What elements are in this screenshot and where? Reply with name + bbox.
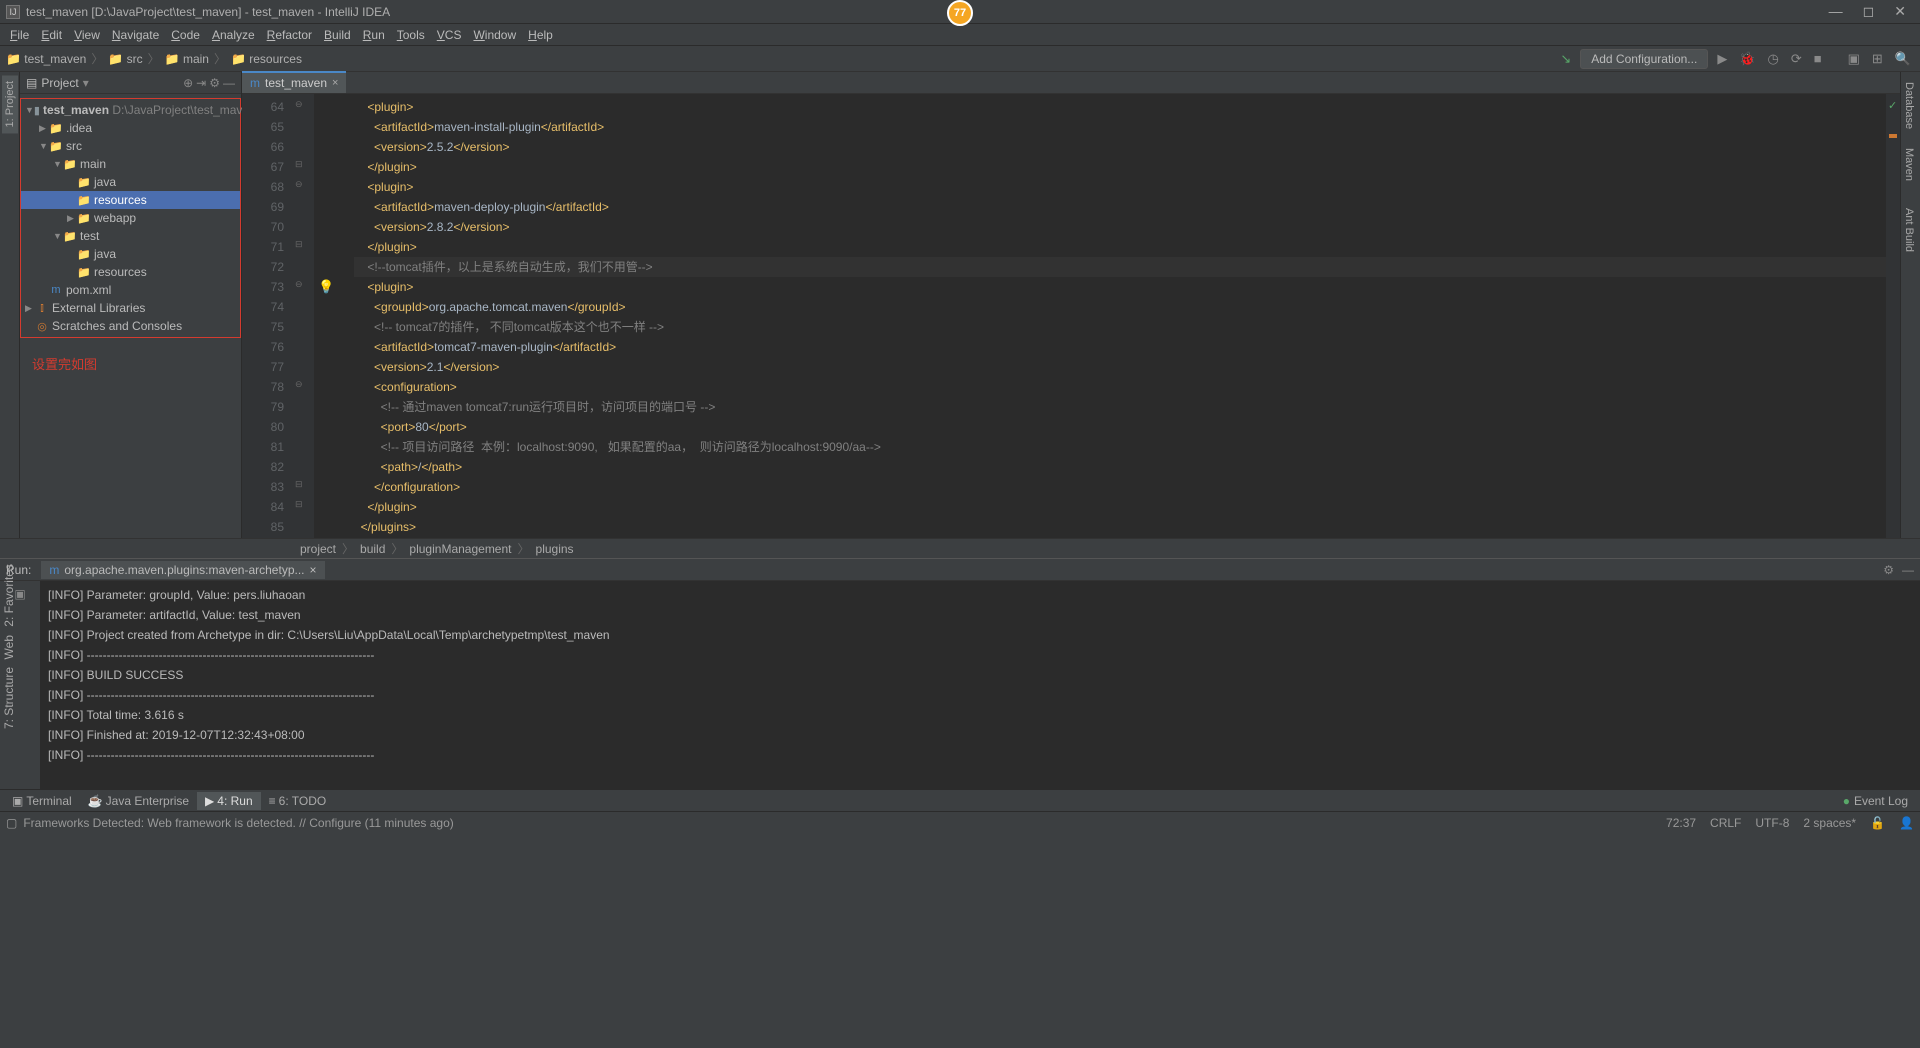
annotation-note: 设置完如图	[20, 342, 241, 385]
menu-analyze[interactable]: Analyze	[206, 26, 261, 44]
close-tab-icon[interactable]: ×	[332, 77, 338, 89]
side-tab-maven[interactable]: Maven	[1901, 142, 1917, 187]
side-tab-favorites[interactable]: 2: Favorites	[0, 560, 18, 631]
inspection-icon[interactable]: 👤	[1899, 816, 1914, 830]
editor-area: mtest_maven× 646566676869707172737475767…	[242, 72, 1900, 538]
run-tool-window: Run: morg.apache.maven.plugins:maven-arc…	[0, 558, 1920, 789]
tab-terminal[interactable]: ▣ Terminal	[4, 792, 80, 810]
toolwindow-icon[interactable]: ▣	[1845, 51, 1863, 67]
side-tab-database[interactable]: Database	[1901, 76, 1917, 135]
code-editor[interactable]: 6465666768697071727374757677787980818283…	[242, 94, 1900, 538]
line-separator[interactable]: CRLF	[1710, 816, 1741, 830]
debug-icon[interactable]: 🐞	[1736, 51, 1758, 67]
stop-icon[interactable]: ■	[1811, 51, 1825, 66]
nav-bar: 📁 test_maven〉📁 src〉📁 main〉📁 resources ↘ …	[0, 46, 1920, 72]
build-icon[interactable]: ↘	[1557, 51, 1574, 67]
project-panel: ▤ Project ▾ ⊕ ⇥ ⚙ — ▼▮test_maven D:\Java…	[20, 72, 242, 538]
nav-breadcrumbs[interactable]: 📁 test_maven〉📁 src〉📁 main〉📁 resources	[6, 50, 302, 67]
add-configuration-button[interactable]: Add Configuration...	[1580, 49, 1708, 69]
run-config-tab[interactable]: morg.apache.maven.plugins:maven-archetyp…	[41, 561, 324, 579]
menu-view[interactable]: View	[68, 26, 106, 44]
menu-tools[interactable]: Tools	[391, 26, 431, 44]
readonly-icon[interactable]: 🔓	[1870, 816, 1885, 830]
side-tab-web[interactable]: Web	[0, 631, 18, 663]
menu-navigate[interactable]: Navigate	[106, 26, 165, 44]
window-title: test_maven [D:\JavaProject\test_maven] -…	[26, 5, 390, 19]
editor-tab[interactable]: mtest_maven×	[242, 71, 346, 93]
menu-bar: FileEditViewNavigateCodeAnalyzeRefactorB…	[0, 24, 1920, 46]
menu-vcs[interactable]: VCS	[431, 26, 468, 44]
collapse-all-icon[interactable]: ⇥	[196, 76, 206, 90]
right-tool-strip: Database Maven Ant Build	[1900, 72, 1920, 538]
tab-todo[interactable]: ≡ 6: TODO	[261, 792, 335, 810]
profile-icon[interactable]: ⟳	[1788, 51, 1805, 67]
event-log-button[interactable]: ●Event Log	[1843, 794, 1916, 808]
app-logo-icon: IJ	[6, 5, 20, 19]
menu-edit[interactable]: Edit	[35, 26, 68, 44]
bottom-tool-tabs: ▣ Terminal ☕ Java Enterprise ▶ 4: Run ≡ …	[0, 789, 1920, 811]
project-tree[interactable]: ▼▮test_maven D:\JavaProject\test_maven ▶…	[20, 94, 241, 342]
side-tab-project[interactable]: 1: Project	[2, 75, 18, 133]
file-encoding[interactable]: UTF-8	[1755, 816, 1789, 830]
side-tab-structure[interactable]: 7: Structure	[0, 663, 18, 733]
menu-build[interactable]: Build	[318, 26, 357, 44]
search-icon[interactable]: 🔍	[1892, 51, 1914, 67]
status-bar: ▢ Frameworks Detected: Web framework is …	[0, 811, 1920, 833]
menu-run[interactable]: Run	[357, 26, 391, 44]
menu-refactor[interactable]: Refactor	[261, 26, 318, 44]
editor-breadcrumbs[interactable]: project〉build〉pluginManagement〉plugins	[0, 538, 1920, 558]
tab-javaee[interactable]: ☕ Java Enterprise	[80, 792, 197, 810]
coverage-icon[interactable]: ◷	[1765, 51, 1782, 67]
run-settings-icon[interactable]: ⚙	[1883, 563, 1894, 577]
project-panel-label[interactable]: ▤ Project ▾	[26, 76, 89, 90]
left-tool-strip-bottom: 2: Favorites Web 7: Structure	[0, 560, 20, 733]
hide-panel-icon[interactable]: —	[223, 76, 235, 90]
console-output[interactable]: [INFO] Parameter: groupId, Value: pers.l…	[40, 581, 1920, 789]
maximize-icon[interactable]: ◻	[1863, 3, 1875, 20]
bulb-icon[interactable]: 💡	[318, 277, 334, 297]
menu-code[interactable]: Code	[165, 26, 206, 44]
menu-help[interactable]: Help	[522, 26, 559, 44]
close-run-tab-icon[interactable]: ×	[310, 563, 317, 577]
left-tool-strip: 1: Project	[0, 72, 20, 538]
minimize-icon[interactable]: —	[1829, 3, 1843, 20]
status-message[interactable]: Frameworks Detected: Web framework is de…	[23, 816, 453, 830]
menu-window[interactable]: Window	[467, 26, 522, 44]
menu-file[interactable]: File	[4, 26, 35, 44]
hide-run-icon[interactable]: —	[1902, 563, 1914, 577]
caret-position: 72:37	[1666, 816, 1696, 830]
gear-icon[interactable]: ⚙	[209, 76, 220, 90]
indent-info[interactable]: 2 spaces*	[1803, 816, 1856, 830]
target-icon[interactable]: ⊕	[183, 76, 193, 90]
run-icon[interactable]: ▶	[1714, 51, 1730, 67]
notification-badge: 77	[947, 0, 973, 26]
tree-node-resources[interactable]: 📁resources	[21, 191, 240, 209]
tool-windows-icon[interactable]: ▢	[6, 816, 17, 830]
tab-run[interactable]: ▶ 4: Run	[197, 792, 261, 810]
structure-icon[interactable]: ⊞	[1869, 51, 1886, 67]
inspection-ok-icon[interactable]: ✓	[1888, 96, 1897, 116]
side-tab-ant[interactable]: Ant Build	[1901, 202, 1917, 258]
close-icon[interactable]: ✕	[1894, 3, 1906, 20]
